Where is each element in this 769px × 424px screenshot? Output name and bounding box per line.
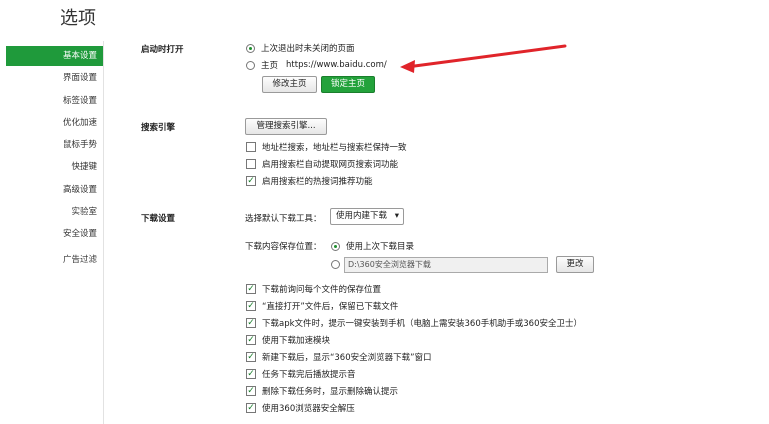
checkbox-icon[interactable] [246, 142, 256, 152]
checkbox-checked-icon[interactable]: ✓ [246, 386, 256, 396]
checkbox-checked-icon[interactable]: ✓ [246, 176, 256, 186]
checkbox-checked-icon[interactable]: ✓ [246, 403, 256, 413]
chevron-down-icon: ▾ [394, 211, 399, 221]
download-tool-value: 使用内建下载 [336, 211, 388, 221]
download-option-1[interactable]: ✓ 下载前询问每个文件的保存位置 [246, 283, 381, 295]
save-last-dir-option[interactable]: 使用上次下载目录 [331, 240, 414, 252]
download-option-8-label: 使用360浏览器安全解压 [262, 404, 355, 414]
search-option-3-label: 启用搜索栏的热搜词推荐功能 [262, 177, 373, 187]
radio-icon[interactable] [331, 260, 340, 269]
download-option-4-label: 使用下载加速模块 [262, 336, 331, 346]
download-save-label: 下载内容保存位置： [245, 242, 322, 252]
download-option-8[interactable]: ✓ 使用360浏览器安全解压 [246, 402, 355, 414]
download-option-3[interactable]: ✓ 下载apk文件时，提示一键安装到手机（电脑上需安装360手机助手或360安全… [246, 317, 582, 329]
checkbox-checked-icon[interactable]: ✓ [246, 335, 256, 345]
download-path-field[interactable]: D:\360安全浏览器下载 [344, 257, 548, 273]
checkbox-checked-icon[interactable]: ✓ [246, 369, 256, 379]
search-option-3[interactable]: ✓ 启用搜索栏的热搜词推荐功能 [246, 175, 373, 187]
download-option-5-label: 新建下载后，显示“360安全浏览器下载”窗口 [262, 353, 432, 363]
download-option-5[interactable]: ✓ 新建下载后，显示“360安全浏览器下载”窗口 [246, 351, 432, 363]
search-option-1[interactable]: 地址栏搜索，地址栏与搜索栏保持一致 [246, 141, 407, 153]
checkbox-checked-icon[interactable]: ✓ [246, 284, 256, 294]
download-option-4[interactable]: ✓ 使用下载加速模块 [246, 334, 330, 346]
download-tool-select[interactable]: 使用内建下载 ▾ [330, 208, 404, 225]
radio-selected-icon[interactable] [331, 241, 340, 251]
search-option-2-label: 启用搜索栏自动提取网页搜索词功能 [262, 160, 399, 170]
download-option-2[interactable]: ✓ “直接打开”文件后，保留已下载文件 [246, 300, 398, 312]
download-option-7-label: 删除下载任务时，显示删除确认提示 [262, 387, 399, 397]
download-option-3-label: 下载apk文件时，提示一键安装到手机（电脑上需安装360手机助手或360安全卫士… [262, 319, 582, 329]
change-path-button[interactable]: 更改 [556, 256, 594, 273]
search-section-label: 搜索引擎 [141, 123, 176, 133]
download-option-6-label: 任务下载完后播放提示音 [262, 370, 356, 380]
download-option-1-label: 下载前询问每个文件的保存位置 [262, 285, 382, 295]
search-option-2[interactable]: 启用搜索栏自动提取网页搜索词功能 [246, 158, 398, 170]
checkbox-checked-icon[interactable]: ✓ [246, 318, 256, 328]
manage-search-engines-button[interactable]: 管理搜索引擎... [245, 118, 327, 135]
download-section-label: 下载设置 [141, 214, 176, 224]
download-option-7[interactable]: ✓ 删除下载任务时，显示删除确认提示 [246, 385, 398, 397]
download-tool-label: 选择默认下载工具： [245, 214, 322, 224]
save-last-dir-label: 使用上次下载目录 [346, 242, 415, 252]
checkbox-checked-icon[interactable]: ✓ [246, 352, 256, 362]
download-option-6[interactable]: ✓ 任务下载完后播放提示音 [246, 368, 356, 380]
checkbox-icon[interactable] [246, 159, 256, 169]
checkbox-checked-icon[interactable]: ✓ [246, 301, 256, 311]
download-option-2-label: “直接打开”文件后，保留已下载文件 [262, 302, 399, 312]
search-option-1-label: 地址栏搜索，地址栏与搜索栏保持一致 [262, 143, 407, 153]
